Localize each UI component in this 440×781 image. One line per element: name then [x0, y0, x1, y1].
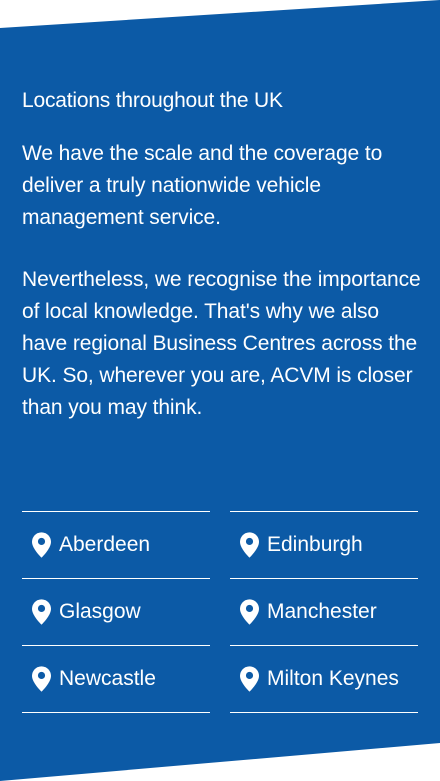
intro-paragraph: We have the scale and the coverage to de… — [22, 142, 383, 229]
location-label: Manchester — [267, 600, 377, 623]
location-label: Glasgow — [59, 600, 141, 623]
map-pin-icon — [32, 532, 51, 558]
map-pin-icon — [32, 599, 51, 625]
location-label: Newcastle — [59, 667, 156, 690]
map-pin-icon — [240, 599, 259, 625]
local-knowledge-paragraph: Nevertheless, we recognise the importanc… — [22, 268, 421, 419]
location-link-newcastle[interactable]: Newcastle — [22, 645, 210, 713]
location-label: Edinburgh — [267, 533, 363, 556]
location-link-aberdeen[interactable]: Aberdeen — [22, 511, 210, 578]
location-link-edinburgh[interactable]: Edinburgh — [230, 511, 418, 578]
locations-grid: Aberdeen Edinburgh Glasgow Manchester Ne… — [22, 511, 418, 713]
map-pin-icon — [240, 666, 259, 692]
map-pin-icon — [240, 532, 259, 558]
map-pin-icon — [32, 666, 51, 692]
section-heading: Locations throughout the UK — [22, 89, 283, 112]
location-link-manchester[interactable]: Manchester — [230, 578, 418, 645]
location-link-milton-keynes[interactable]: Milton Keynes — [230, 645, 418, 713]
location-link-glasgow[interactable]: Glasgow — [22, 578, 210, 645]
locations-content: Locations throughout the UK We have the … — [22, 86, 422, 454]
location-label: Milton Keynes — [267, 667, 399, 690]
location-label: Aberdeen — [59, 533, 151, 556]
